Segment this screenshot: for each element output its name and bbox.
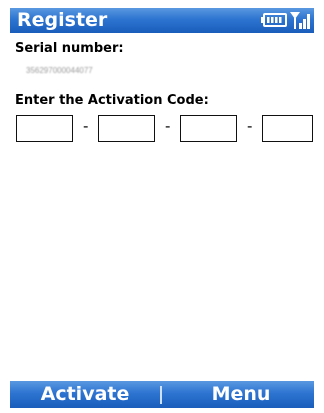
softkey-divider <box>160 386 162 404</box>
softkey-bar: Activate Menu <box>10 381 314 408</box>
signal-icon <box>290 12 310 29</box>
activation-code-field-4[interactable] <box>262 115 313 142</box>
device-screen: Register Serial number: 356297000044077 … <box>0 0 324 413</box>
code-separator: - <box>247 117 253 135</box>
serial-number-value: 356297000044077 <box>26 66 93 75</box>
activation-code-field-3[interactable] <box>180 115 237 142</box>
title-bar: Register <box>10 8 314 33</box>
activation-code-field-1[interactable] <box>16 115 73 142</box>
menu-softkey[interactable]: Menu <box>168 381 314 408</box>
serial-number-label: Serial number: <box>15 41 124 56</box>
activation-code-label: Enter the Activation Code: <box>15 93 209 108</box>
code-separator: - <box>165 117 171 135</box>
activation-code-field-2[interactable] <box>98 115 155 142</box>
code-separator: - <box>83 117 89 135</box>
battery-icon <box>261 13 287 27</box>
activate-softkey[interactable]: Activate <box>10 381 160 408</box>
page-title: Register <box>17 9 108 31</box>
register-form: Serial number: 356297000044077 Enter the… <box>10 33 314 381</box>
